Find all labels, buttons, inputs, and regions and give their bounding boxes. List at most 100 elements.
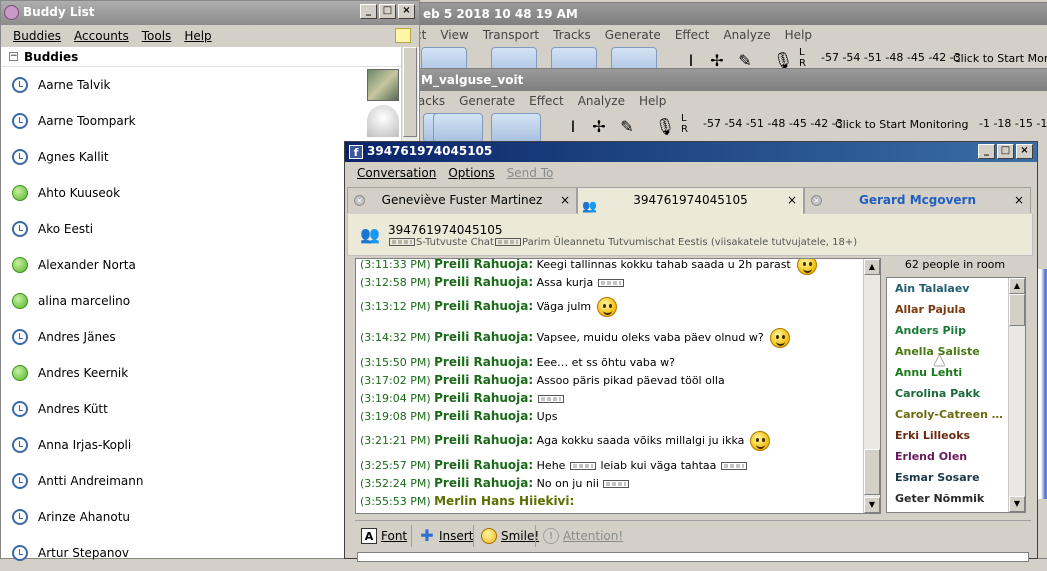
chat-titlebar: f 394761974045105 _ □ × [345,142,1037,162]
room-user[interactable]: Geter Nõmmik [887,488,1008,509]
chat-history[interactable]: (3:11:33 PM) Preili Rahuoja: Keegi talli… [355,258,881,514]
tab-close-icon[interactable]: × [1014,188,1024,212]
audacity-back-title: eb 5 2018 10 48 19 AM [401,3,1047,25]
buddy-row[interactable]: Antti Andreimann [1,463,403,499]
menu-tools[interactable]: Tools [142,29,172,43]
scroll-down-button[interactable]: ▼ [864,497,880,513]
buddy-row[interactable]: Alexander Norta [1,247,403,283]
room-user[interactable]: Allar Pajula [887,299,1008,320]
collapse-icon[interactable]: − [9,52,18,61]
mic-icon[interactable]: 🎙 [653,115,677,139]
play-button[interactable] [433,113,483,143]
menu-item[interactable]: Analyze [578,94,625,108]
chat-menubar: Conversation Options Send To [345,162,1037,184]
draw-tool-icon[interactable]: ✎ [615,115,639,139]
chat-message: (3:55:53 PM) Merlin Hans Hiiekivi: [360,492,862,510]
menu-buddies[interactable]: Buddies [13,29,61,43]
room-user[interactable]: Annu Lehti [887,362,1008,383]
audacity-front-toolbar: I ✢ ✎ 🎙 LR -57 -54 -51 -48 -45 -42 -3 Cl… [401,111,1047,145]
tab-close-icon[interactable]: × [560,188,570,212]
room-user[interactable]: Erki Lilleoks [887,425,1008,446]
buddy-row[interactable]: Ahto Kuuseok [1,175,403,211]
scroll-up-button[interactable]: ▲ [864,259,880,275]
chat-message: (3:19:08 PM) Preili Rahuoja: Ups [360,407,862,425]
buddy-row[interactable]: Aarne Toompark [1,103,403,139]
chat-message: (3:15:50 PM) Preili Rahuoja: Eee… et ss … [360,353,862,371]
font-button[interactable]: A Font [361,527,407,545]
menu-item[interactable]: Generate [605,28,661,42]
avatar [367,105,399,137]
tab-close-icon[interactable]: × [787,188,797,212]
close-button[interactable]: × [398,4,415,19]
buddy-row[interactable]: Agnes Kallit [1,139,403,175]
buddy-row[interactable]: alina marcelino [1,283,403,319]
monitor-label[interactable]: Click to Start Monito [953,52,1047,65]
conversation-tabs: × Geneviève Fuster Martinez × 👥 39476197… [347,187,1033,214]
room-user[interactable]: Ain Talalaev [887,278,1008,299]
room-user-list[interactable]: Ain Talalaev Allar Pajula Anders Piip Anell… [886,277,1026,513]
tab-room[interactable]: 👥 394761974045105 × [577,187,804,214]
away-status-icon [12,401,28,417]
scrollbar-thumb[interactable] [1009,294,1025,326]
menu-help[interactable]: Help [184,29,211,43]
envelope-tool-icon[interactable]: ✢ [587,115,611,139]
buddy-row[interactable]: Ako Eesti [1,211,403,247]
tab-gerard[interactable]: × Gerard Mcgovern × [804,187,1031,213]
record-button[interactable] [491,113,541,143]
group-header-buddies[interactable]: − Buddies [1,47,403,67]
close-button[interactable]: × [1016,144,1033,159]
minimize-button[interactable]: _ [360,4,377,19]
message-sender: Preili Rahuoja: [434,258,534,271]
buddy-row[interactable]: Anna Irjas-Kopli [1,427,403,463]
minimize-button[interactable]: _ [978,144,995,159]
menu-item[interactable]: Help [785,28,812,42]
maximize-button[interactable]: □ [379,4,396,19]
menu-options[interactable]: Options [448,166,494,180]
room-user[interactable]: Esmar Sosare [887,467,1008,488]
room-user[interactable]: Anders Piip [887,320,1008,341]
buddy-row[interactable]: Andres Kütt [1,391,403,427]
tab-genevieve[interactable]: × Geneviève Fuster Martinez × [347,187,577,213]
buddy-name: Antti Andreimann [38,474,144,488]
menu-item[interactable]: Transport [483,28,539,42]
scroll-up-button[interactable]: ▲ [1009,278,1025,294]
buddy-row[interactable]: Arinze Ahanotu [1,499,403,535]
user-list-scrollbar[interactable]: ▲ ▼ [1008,278,1025,512]
message-timestamp: (3:19:04 PM) [360,392,431,405]
smile-button[interactable]: Smile! [481,527,539,545]
buddy-name: Andres Jänes [38,330,116,344]
menu-item[interactable]: Generate [459,94,515,108]
menu-send-to[interactable]: Send To [507,166,554,180]
room-count: 62 people in room [904,258,1006,271]
smile-label: Smile! [501,529,540,543]
maximize-button[interactable]: □ [997,144,1014,159]
room-user[interactable]: Carolina Pakk [887,383,1008,404]
room-user[interactable]: Caroly-Catreen Kaasik [887,404,1008,425]
menu-item[interactable]: Tracks [553,28,591,42]
buddy-row[interactable]: Andres Keernik [1,355,403,391]
menu-item[interactable]: View [440,28,468,42]
scrollbar-thumb[interactable] [403,47,417,137]
smiley-icon [796,259,817,275]
menu-item[interactable]: Effect [675,28,710,42]
menu-item[interactable]: Effect [529,94,564,108]
menu-conversation[interactable]: Conversation [357,166,436,180]
attention-button[interactable]: ! Attention! [543,527,623,545]
scroll-down-button[interactable]: ▼ [1009,496,1025,512]
room-user[interactable]: Anella Saliste [887,341,1008,362]
insert-button[interactable]: ✚ Insert [419,527,473,545]
message-input[interactable] [357,552,1029,562]
buddy-row[interactable]: Aarne Talvik [1,67,403,103]
scrollbar-thumb[interactable] [864,449,880,495]
select-tool-icon[interactable]: I [561,115,585,139]
chat-scrollbar[interactable]: ▲ ▼ [863,259,880,513]
menu-item[interactable]: Analyze [723,28,770,42]
room-user[interactable]: Erlend Olen [887,446,1008,467]
monitor-label[interactable]: Click to Start Monitoring [835,118,968,131]
menu-accounts[interactable]: Accounts [74,29,129,43]
buddy-row[interactable]: Andres Jänes [1,319,403,355]
buddy-row[interactable]: Artur Stepanov [1,535,403,571]
menu-item[interactable]: Help [639,94,666,108]
glyph-box [494,238,521,246]
notes-icon[interactable] [395,28,411,43]
